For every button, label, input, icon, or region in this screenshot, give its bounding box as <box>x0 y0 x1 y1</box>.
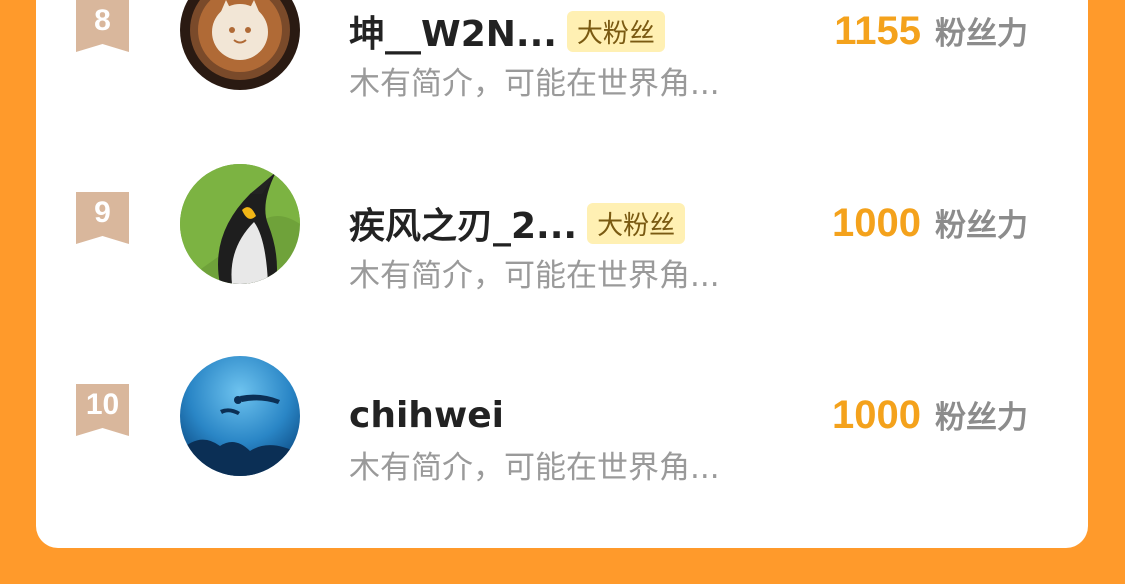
fan-score-value: 1155 <box>834 9 921 53</box>
latte-art-cat-avatar[interactable] <box>180 0 300 90</box>
fan-score: 1000 粉丝力 <box>832 392 1028 438</box>
rank-ribbon-icon: 9 <box>76 192 129 244</box>
list-item[interactable]: 10 chihwei 木有简介，可能在世界角... 1000 粉丝力 <box>36 344 1088 494</box>
fan-score: 1000 粉丝力 <box>832 200 1028 246</box>
username[interactable]: 坤__W2N... <box>349 5 557 57</box>
penguin-avatar[interactable] <box>180 164 300 284</box>
scuba-diver-avatar[interactable] <box>180 356 300 476</box>
user-bio: 木有简介，可能在世界角... <box>349 258 720 294</box>
rank-ribbon-icon: 8 <box>76 0 129 52</box>
big-fan-badge: 大粉丝 <box>566 10 665 52</box>
fan-score: 1155 粉丝力 <box>834 8 1028 54</box>
rank-number: 8 <box>94 4 111 37</box>
fan-score-value: 1000 <box>832 201 921 245</box>
fan-score-value: 1000 <box>832 393 921 437</box>
fan-score-unit: 粉丝力 <box>935 16 1028 52</box>
rank-number: 10 <box>85 388 120 421</box>
list-item[interactable]: 8 坤__W2N... 大粉丝 木有简介，可能在世界角... 1155 粉丝力 <box>36 0 1088 110</box>
list-item[interactable]: 9 疾风之刃_2... 大粉丝 木有简介，可能在世界角... 1000 粉丝力 <box>36 152 1088 302</box>
big-fan-badge: 大粉丝 <box>587 202 686 244</box>
user-bio: 木有简介，可能在世界角... <box>349 66 720 102</box>
fan-score-unit: 粉丝力 <box>935 208 1028 244</box>
rank-ribbon-icon: 10 <box>76 384 129 436</box>
ranking-card: 8 坤__W2N... 大粉丝 木有简介，可能在世界角... 1155 粉丝力 <box>36 0 1088 548</box>
fan-score-unit: 粉丝力 <box>935 400 1028 436</box>
username[interactable]: chihwei <box>349 395 504 436</box>
rank-number: 9 <box>94 196 111 229</box>
user-bio: 木有简介，可能在世界角... <box>349 450 720 486</box>
username[interactable]: 疾风之刃_2... <box>349 197 577 249</box>
